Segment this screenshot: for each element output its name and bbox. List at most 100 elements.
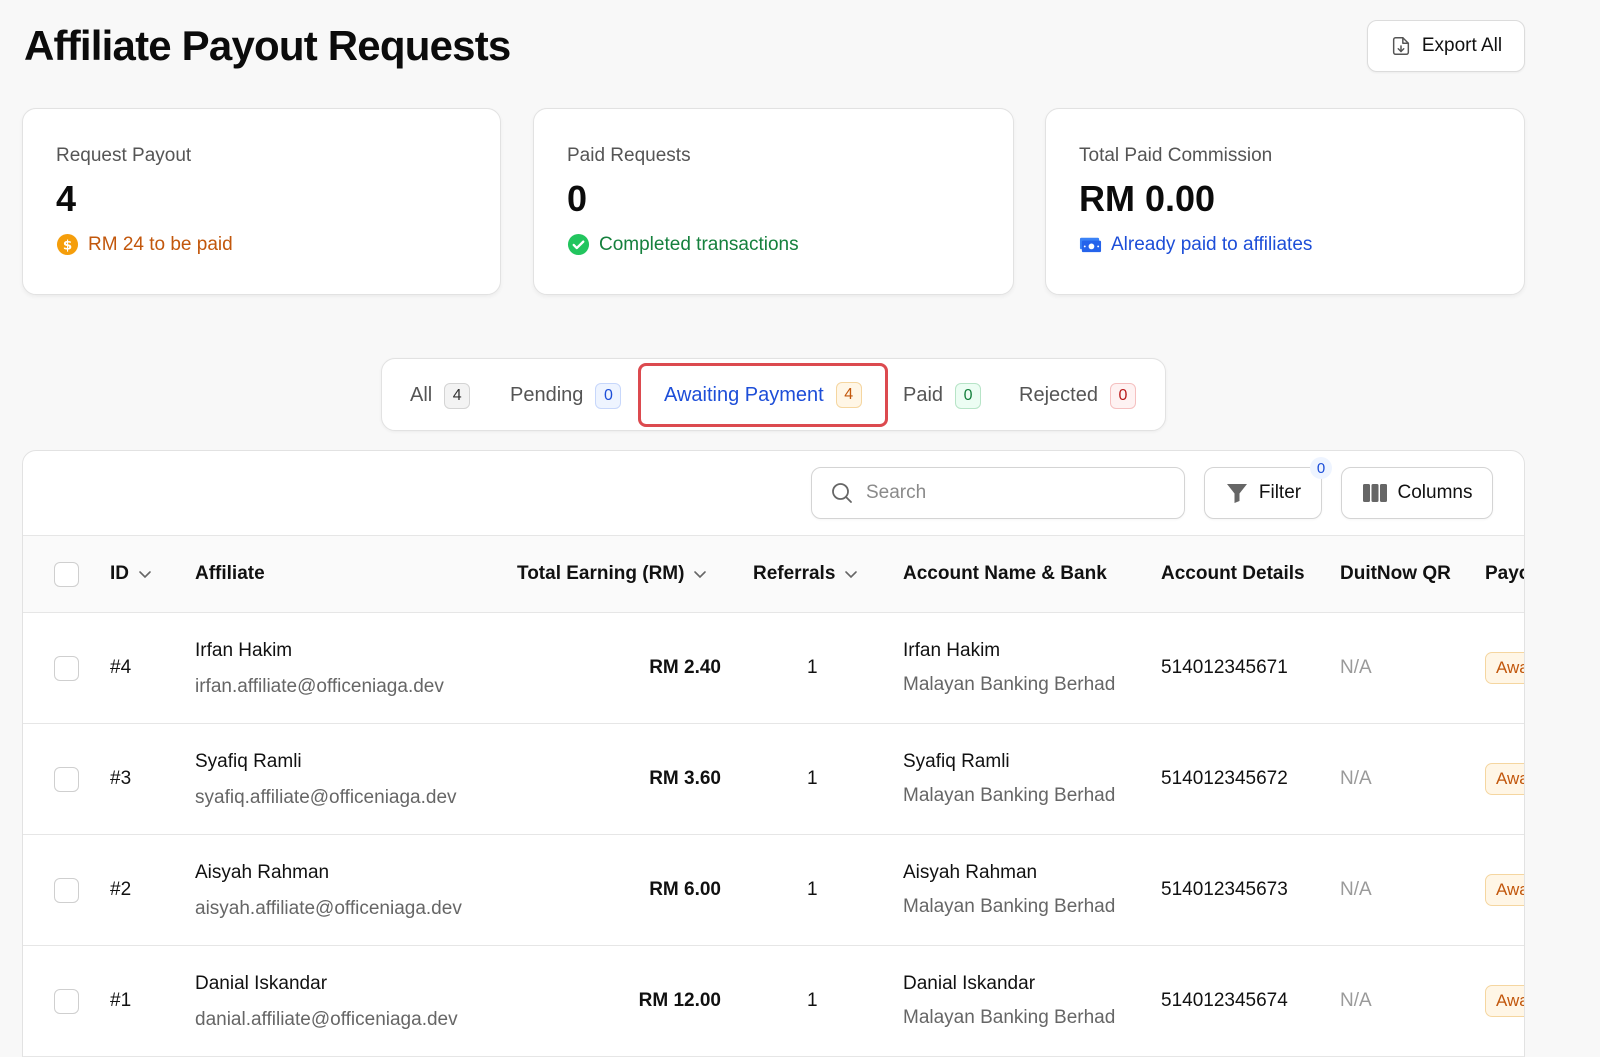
banknote-icon <box>1079 237 1102 253</box>
column-header-total-earning[interactable]: Total Earning (RM) <box>517 536 708 612</box>
column-header-label: Payo <box>1485 563 1524 584</box>
columns-icon <box>1362 484 1387 502</box>
search-box[interactable] <box>811 467 1185 519</box>
status-badge: Awa <box>1485 985 1524 1017</box>
tab-label: Paid <box>903 384 944 406</box>
tab-label: Pending <box>510 384 584 406</box>
bank-name: Malayan Banking Berhad <box>903 785 1116 806</box>
duitnow-qr: N/A <box>1340 879 1372 900</box>
payout-id: #2 <box>110 879 132 900</box>
row-checkbox[interactable] <box>54 767 79 792</box>
filter-count-badge: 0 <box>1310 457 1332 479</box>
affiliate-name: Syafiq Ramli <box>195 751 302 772</box>
bank-name: Malayan Banking Berhad <box>903 896 1116 917</box>
table-header: ID Affiliate Total Earning (RM) Referral… <box>23 535 1524 613</box>
column-header-label: Account Details <box>1161 563 1305 584</box>
tab-awaiting-payment[interactable]: Awaiting Payment 4 <box>638 363 888 427</box>
duitnow-qr: N/A <box>1340 768 1372 789</box>
table-row[interactable]: #3 Syafiq Ramli syafiq.affiliate@officen… <box>23 724 1524 835</box>
total-earning: RM 3.60 <box>649 768 721 789</box>
columns-button[interactable]: Columns <box>1341 467 1493 519</box>
card-value: 0 <box>567 178 588 219</box>
total-paid-commission-card: Total Paid Commission RM 0.00 Already pa… <box>1045 108 1525 295</box>
card-subtext: $ RM 24 to be paid <box>56 233 467 256</box>
column-header-payout-status: Payo <box>1485 536 1524 612</box>
payout-id: #1 <box>110 990 132 1011</box>
affiliate-name: Aisyah Rahman <box>195 862 330 883</box>
card-subtext-label: Completed transactions <box>599 233 799 255</box>
tab-pending[interactable]: Pending 0 <box>510 359 622 432</box>
tab-all[interactable]: All 4 <box>410 359 471 432</box>
column-header-duitnow-qr: DuitNow QR <box>1340 536 1451 612</box>
status-badge: Awa <box>1485 652 1524 684</box>
dollar-coin-icon: $ <box>56 233 79 256</box>
column-header-account-name-bank: Account Name & Bank <box>903 536 1107 612</box>
bank-name: Malayan Banking Berhad <box>903 674 1116 695</box>
account-name: Aisyah Rahman <box>903 862 1038 883</box>
column-header-label: DuitNow QR <box>1340 563 1451 584</box>
card-subtext-label: Already paid to affiliates <box>1111 233 1313 255</box>
column-header-label: Referrals <box>753 563 836 584</box>
referral-count: 1 <box>807 657 818 678</box>
payout-table-card: Filter 0 Columns ID Affiliate Total Earn… <box>22 450 1525 1057</box>
funnel-icon <box>1226 484 1247 503</box>
referral-count: 1 <box>807 768 818 789</box>
search-input[interactable] <box>866 482 1146 504</box>
row-checkbox[interactable] <box>54 989 79 1014</box>
column-header-referrals[interactable]: Referrals <box>753 536 859 612</box>
table-row[interactable]: #2 Aisyah Rahman aisyah.affiliate@office… <box>23 835 1524 946</box>
affiliate-email: aisyah.affiliate@officeniaga.dev <box>195 898 462 919</box>
column-header-label: Affiliate <box>195 563 265 584</box>
column-header-label: ID <box>110 563 129 584</box>
duitnow-qr: N/A <box>1340 657 1372 678</box>
affiliate-name: Danial Iskandar <box>195 973 328 994</box>
column-header-id[interactable]: ID <box>110 536 153 612</box>
referral-count: 1 <box>807 879 818 900</box>
request-payout-card: Request Payout 4 $ RM 24 to be paid <box>22 108 501 295</box>
account-number: 514012345674 <box>1161 990 1288 1011</box>
tab-label: Awaiting Payment <box>664 383 824 406</box>
card-subtext: Completed transactions <box>567 233 980 256</box>
row-checkbox[interactable] <box>54 878 79 903</box>
page-title: Affiliate Payout Requests <box>24 22 511 69</box>
affiliate-email: syafiq.affiliate@officeniaga.dev <box>195 787 457 808</box>
column-header-account-details: Account Details <box>1161 536 1305 612</box>
column-header-label: Total Earning (RM) <box>517 563 685 584</box>
chevron-down-icon <box>694 571 707 579</box>
card-label: Total Paid Commission <box>1079 145 1273 166</box>
card-value: RM 0.00 <box>1079 178 1216 219</box>
card-value: 4 <box>56 178 77 219</box>
affiliate-email: danial.affiliate@officeniaga.dev <box>195 1009 458 1030</box>
duitnow-qr: N/A <box>1340 990 1372 1011</box>
check-circle-icon <box>567 233 590 256</box>
tab-rejected[interactable]: Rejected 0 <box>1019 359 1136 432</box>
filter-label: Filter <box>1258 482 1302 503</box>
account-number: 514012345672 <box>1161 768 1288 789</box>
column-header-affiliate: Affiliate <box>195 536 265 612</box>
card-label: Request Payout <box>56 145 192 166</box>
account-name: Irfan Hakim <box>903 640 1001 661</box>
tab-count-badge: 4 <box>835 382 862 408</box>
account-number: 514012345671 <box>1161 657 1288 678</box>
table-row[interactable]: #1 Danial Iskandar danial.affiliate@offi… <box>23 946 1524 1057</box>
tab-label: Rejected <box>1019 384 1098 406</box>
tab-count-badge: 0 <box>955 382 982 409</box>
table-row[interactable]: #4 Irfan Hakim irfan.affiliate@officenia… <box>23 613 1524 724</box>
account-name: Danial Iskandar <box>903 973 1036 994</box>
paid-requests-card: Paid Requests 0 Completed transactions <box>533 108 1014 295</box>
card-subtext-label: RM 24 to be paid <box>88 233 233 255</box>
total-earning: RM 6.00 <box>649 879 721 900</box>
status-tabs: All 4 Pending 0 Awaiting Payment 4 Paid … <box>381 358 1166 431</box>
payout-id: #4 <box>110 657 132 678</box>
export-all-button[interactable]: Export All <box>1367 20 1525 72</box>
status-badge: Awa <box>1485 874 1524 906</box>
tab-count-badge: 0 <box>1109 382 1136 409</box>
tab-label: All <box>410 384 433 406</box>
row-checkbox[interactable] <box>54 656 79 681</box>
columns-label: Columns <box>1397 482 1473 503</box>
filter-button[interactable]: Filter <box>1204 467 1322 519</box>
select-all-checkbox[interactable] <box>54 562 79 587</box>
total-earning: RM 12.00 <box>638 990 721 1011</box>
card-subtext: Already paid to affiliates <box>1079 233 1491 256</box>
tab-paid[interactable]: Paid 0 <box>903 359 982 432</box>
